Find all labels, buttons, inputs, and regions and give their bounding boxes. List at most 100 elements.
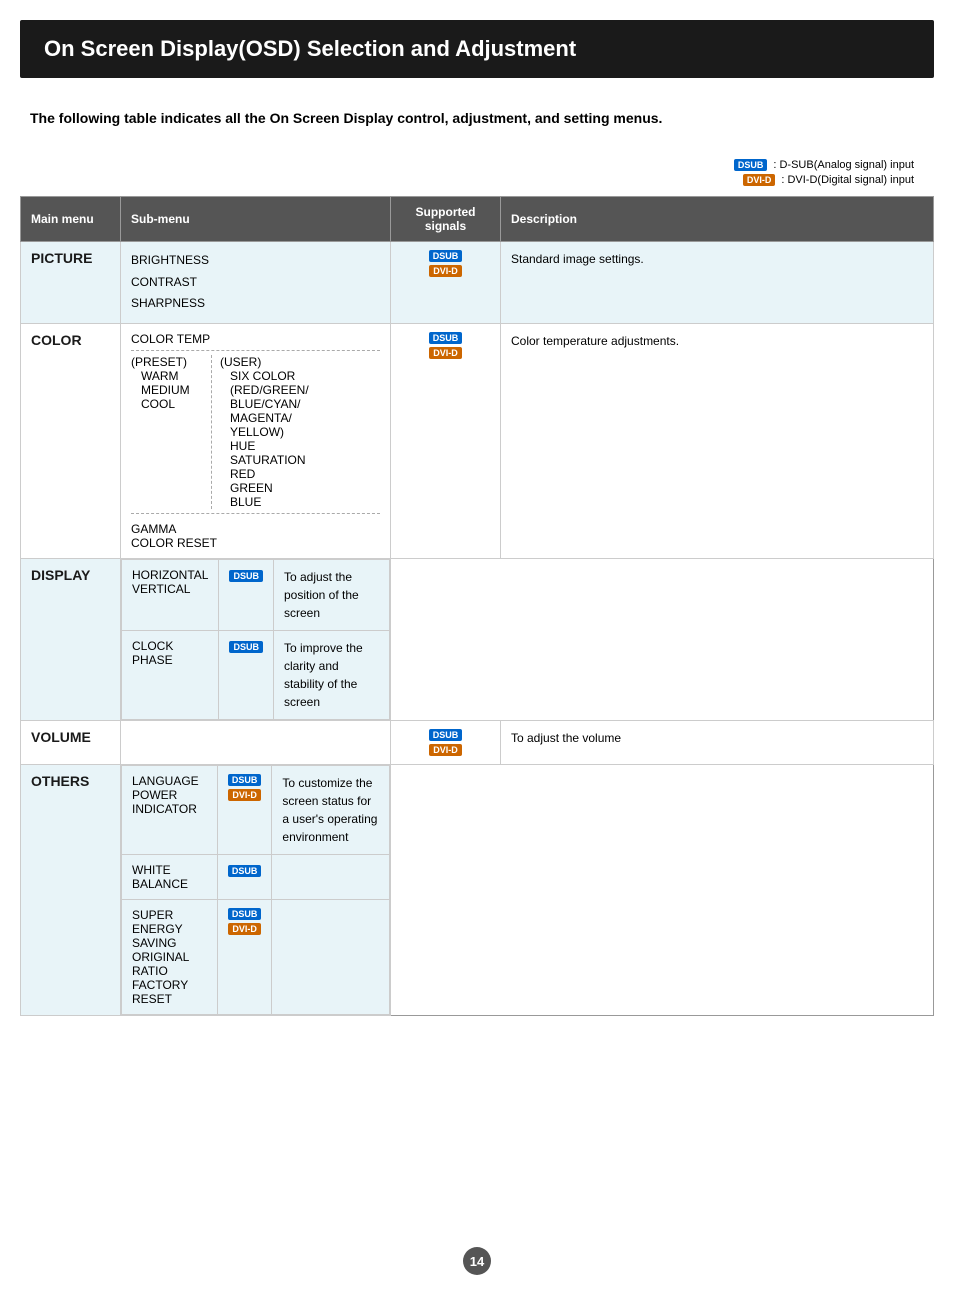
others-desc-3 xyxy=(272,899,390,1014)
user-hue: HUE xyxy=(220,439,309,453)
volume-signals-stack: DSUB DVI-D xyxy=(401,729,490,756)
volume-dvid-badge: DVI-D xyxy=(429,744,462,756)
display-dsub-badge-1: DSUB xyxy=(229,570,263,582)
picture-dvid-badge: DVI-D xyxy=(429,265,462,277)
others-signals-stack-3: DSUB DVI-D xyxy=(228,908,262,935)
color-main: COLOR xyxy=(21,323,121,558)
display-desc-1: To adjust the position of the screen xyxy=(273,559,389,630)
display-main: DISPLAY xyxy=(21,558,121,720)
color-submenu: COLOR TEMP (PRESET) WARM MEDIUM COOL xyxy=(121,323,391,558)
display-sub-clock-phase: CLOCK PHASE xyxy=(122,630,219,719)
col-sub-menu: Sub-menu xyxy=(121,197,391,242)
preset-warm: WARM xyxy=(131,369,211,383)
picture-signals-stack: DSUB DVI-D xyxy=(401,250,490,277)
color-top: COLOR TEMP xyxy=(131,332,380,346)
others-sub-row-1: LANGUAGE POWER INDICATOR DSUB DVI-D T xyxy=(122,765,390,854)
dvid-legend-item: DVI-D : DVI-D(Digital signal) input xyxy=(743,174,914,186)
display-vertical: VERTICAL xyxy=(132,582,208,596)
picture-contrast: CONTRAST xyxy=(131,272,380,294)
display-sub-row-1: HORIZONTAL VERTICAL DSUB To adjust the p… xyxy=(122,559,390,630)
picture-submenu-block: BRIGHTNESS CONTRAST SHARPNESS xyxy=(131,250,380,315)
display-submenu: HORIZONTAL VERTICAL DSUB To adjust the p… xyxy=(121,558,391,720)
others-energy-ratio: SUPER ENERGY SAVING ORIGINAL RATIO FACTO… xyxy=(122,899,218,1014)
others-sub-row-2: WHITE BALANCE DSUB xyxy=(122,854,390,899)
others-sub-row-3: SUPER ENERGY SAVING ORIGINAL RATIO FACTO… xyxy=(122,899,390,1014)
user-col: (USER) SIX COLOR(RED/GREEN/BLUE/CYAN/MAG… xyxy=(211,355,309,509)
display-sub-row-2: CLOCK PHASE DSUB To improve the clarity … xyxy=(122,630,390,719)
others-signals-1: DSUB DVI-D xyxy=(217,765,272,854)
display-horizontal: HORIZONTAL xyxy=(132,568,208,582)
others-super-energy: SUPER ENERGY SAVING xyxy=(132,908,207,950)
color-signals: DSUB DVI-D xyxy=(391,323,501,558)
others-dvid-badge-3: DVI-D xyxy=(228,923,261,935)
picture-sharpness: SHARPNESS xyxy=(131,293,380,315)
preset-cool: COOL xyxy=(131,397,211,411)
user-sixcolor: SIX COLOR(RED/GREEN/BLUE/CYAN/MAGENTA/YE… xyxy=(220,369,309,439)
dsub-legend-item: DSUB : D-SUB(Analog signal) input xyxy=(734,159,914,171)
col-description: Description xyxy=(501,197,934,242)
others-signals-stack-1: DSUB DVI-D xyxy=(228,774,262,801)
table-row-others: OTHERS LANGUAGE POWER INDICATOR DSU xyxy=(21,764,934,1015)
picture-submenu: BRIGHTNESS CONTRAST SHARPNESS xyxy=(121,242,391,324)
volume-submenu xyxy=(121,720,391,764)
others-signals-3: DSUB DVI-D xyxy=(217,899,272,1014)
others-dsub-badge-1: DSUB xyxy=(228,774,262,786)
color-dsub-badge: DSUB xyxy=(429,332,463,344)
others-power-indicator: POWER INDICATOR xyxy=(132,788,207,816)
others-original-ratio: ORIGINAL RATIO xyxy=(132,950,207,978)
others-submenu: LANGUAGE POWER INDICATOR DSUB DVI-D T xyxy=(121,764,391,1015)
user-red: RED xyxy=(220,467,309,481)
picture-main: PICTURE xyxy=(21,242,121,324)
preset-medium: MEDIUM xyxy=(131,383,211,397)
others-white-balance: WHITE BALANCE xyxy=(122,854,218,899)
main-table: Main menu Sub-menu Supported signals Des… xyxy=(20,196,934,1016)
color-description: Color temperature adjustments. xyxy=(501,323,934,558)
col-signals: Supported signals xyxy=(391,197,501,242)
table-row-color: COLOR COLOR TEMP (PRESET) WARM MEDIUM xyxy=(21,323,934,558)
table-header-row: Main menu Sub-menu Supported signals Des… xyxy=(21,197,934,242)
others-lang-power: LANGUAGE POWER INDICATOR xyxy=(122,765,218,854)
picture-signals: DSUB DVI-D xyxy=(391,242,501,324)
volume-dsub-badge: DSUB xyxy=(429,729,463,741)
page-number: 14 xyxy=(463,1247,491,1275)
color-gamma: GAMMA xyxy=(131,522,380,536)
preset-label: (PRESET) xyxy=(131,355,211,369)
volume-main: VOLUME xyxy=(21,720,121,764)
page-header: On Screen Display(OSD) Selection and Adj… xyxy=(20,20,934,78)
dvid-badge: DVI-D xyxy=(743,174,776,186)
display-clock: CLOCK xyxy=(132,639,208,653)
user-label: (USER) xyxy=(220,355,309,369)
others-inner-table: LANGUAGE POWER INDICATOR DSUB DVI-D T xyxy=(121,765,390,1015)
color-temp-label: COLOR TEMP xyxy=(131,332,210,346)
picture-dsub-badge: DSUB xyxy=(429,250,463,262)
dsub-desc: : D-SUB(Analog signal) input xyxy=(773,159,914,171)
others-main: OTHERS xyxy=(21,764,121,1015)
color-middle: (PRESET) WARM MEDIUM COOL (USER) SIX COL… xyxy=(131,350,380,514)
color-dvid-badge: DVI-D xyxy=(429,347,462,359)
color-submenu-wrapper: COLOR TEMP (PRESET) WARM MEDIUM COOL xyxy=(131,332,380,550)
dvid-desc: : DVI-D(Digital signal) input xyxy=(781,174,914,186)
page-wrapper: On Screen Display(OSD) Selection and Adj… xyxy=(0,0,954,1305)
others-desc-2 xyxy=(272,854,390,899)
display-dsub-badge-2: DSUB xyxy=(229,641,263,653)
others-desc-1: To customize the screen status for a use… xyxy=(272,765,390,854)
dsub-badge: DSUB xyxy=(734,159,768,171)
table-row-volume: VOLUME DSUB DVI-D To adjust the volume xyxy=(21,720,934,764)
preset-col: (PRESET) WARM MEDIUM COOL xyxy=(131,355,211,509)
display-signals-2: DSUB xyxy=(219,630,274,719)
color-signals-stack: DSUB DVI-D xyxy=(401,332,490,359)
volume-description: To adjust the volume xyxy=(501,720,934,764)
others-dvid-badge-1: DVI-D xyxy=(228,789,261,801)
others-dsub-badge-3: DSUB xyxy=(228,908,262,920)
display-inner-table: HORIZONTAL VERTICAL DSUB To adjust the p… xyxy=(121,559,390,720)
color-reset: COLOR RESET xyxy=(131,536,380,550)
others-language: LANGUAGE xyxy=(132,774,207,788)
picture-brightness: BRIGHTNESS xyxy=(131,250,380,272)
user-saturation: SATURATION xyxy=(220,453,309,467)
signal-legend: DSUB : D-SUB(Analog signal) input DVI-D … xyxy=(20,159,934,186)
col-main-menu: Main menu xyxy=(21,197,121,242)
intro-text: The following table indicates all the On… xyxy=(20,108,934,129)
others-signals-2: DSUB xyxy=(217,854,272,899)
display-sub-horiz-vert: HORIZONTAL VERTICAL xyxy=(122,559,219,630)
others-factory-reset: FACTORY RESET xyxy=(132,978,207,1006)
